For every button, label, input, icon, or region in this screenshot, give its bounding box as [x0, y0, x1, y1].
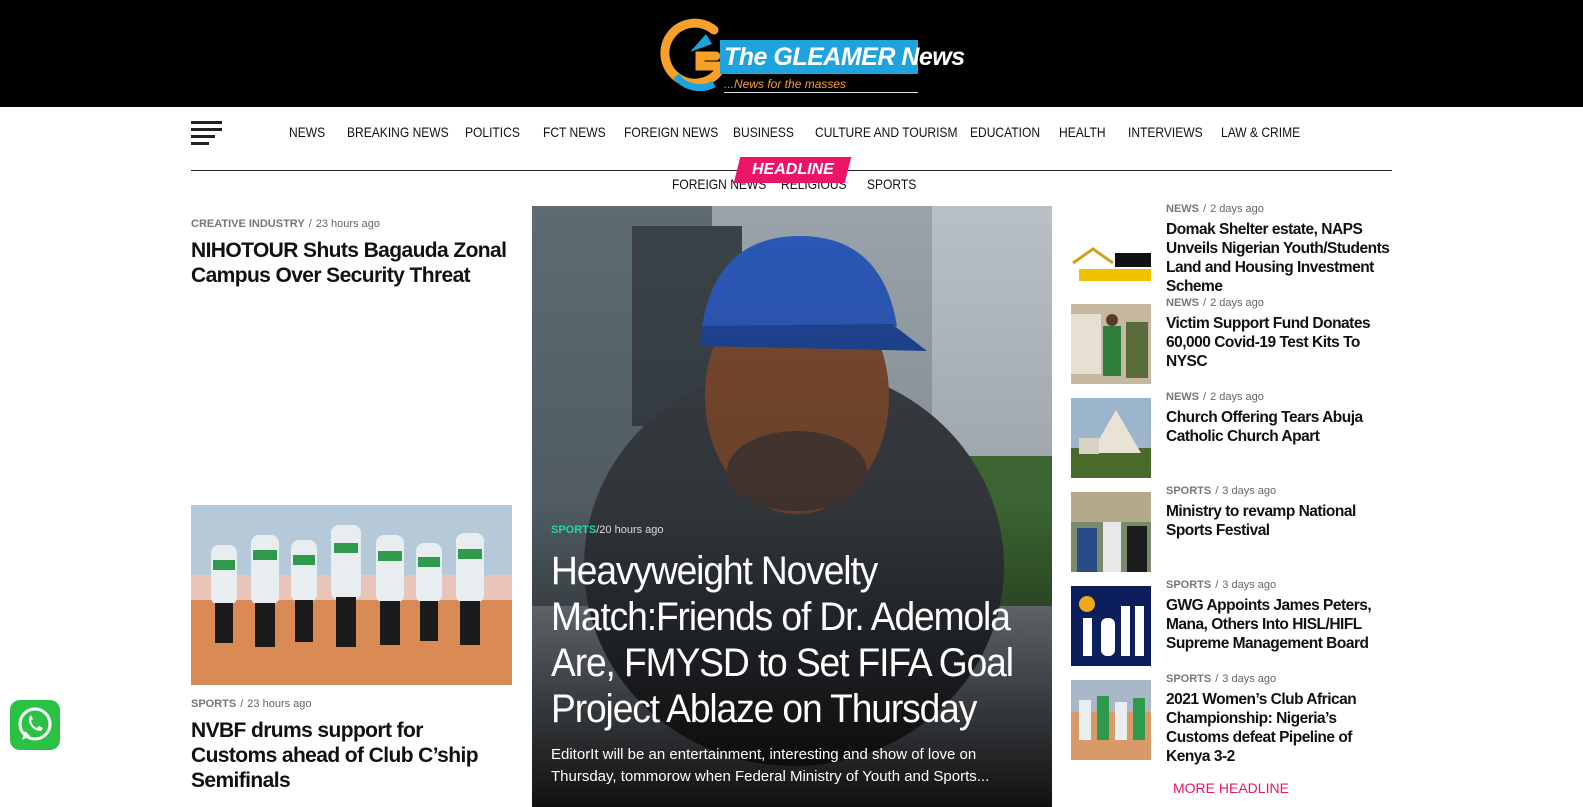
- volleyball-team-image[interactable]: [191, 505, 512, 685]
- story-time: 2 days ago: [1210, 203, 1264, 215]
- left-story-2[interactable]: SPORTS/23 hours ago NVBF drums support f…: [191, 698, 511, 793]
- hero-title[interactable]: Heavyweight Novelty Match:Friends of Dr.…: [551, 548, 1035, 732]
- story-time: 3 days ago: [1222, 579, 1277, 591]
- domak-shelter-logo: [1071, 243, 1151, 283]
- volleyball-match-photo: [1071, 680, 1151, 760]
- story-title[interactable]: GWG Appoints James Peters, Mana, Others …: [1166, 596, 1394, 653]
- story-text: SPORTS/3 days ago 2021 Women’s Club Afri…: [1166, 673, 1394, 766]
- story-thumbnail[interactable]: [1071, 304, 1151, 384]
- list-item[interactable]: NEWS/2 days ago Church Offering Tears Ab…: [1071, 391, 1394, 478]
- story-title[interactable]: Ministry to revamp National Sports Festi…: [1166, 502, 1394, 540]
- list-item[interactable]: SPORTS/3 days ago Ministry to revamp Nat…: [1071, 485, 1394, 572]
- story-text: NEWS/2 days ago Church Offering Tears Ab…: [1166, 391, 1394, 446]
- story-thumbnail[interactable]: [1071, 398, 1151, 478]
- story-thumbnail[interactable]: [1071, 492, 1151, 572]
- hero-excerpt: EditorIt will be an entertainment, inter…: [551, 746, 990, 785]
- nav-item-fct-news[interactable]: FCT NEWS: [543, 122, 613, 142]
- nav-item-health[interactable]: HEALTH: [1059, 122, 1118, 142]
- hero-story[interactable]: SPORTS/20 hours ago Heavyweight Novelty …: [532, 206, 1052, 807]
- story-meta: SPORTS/3 days ago: [1166, 579, 1277, 591]
- list-item[interactable]: NEWS/2 days ago Victim Support Fund Dona…: [1071, 297, 1394, 384]
- church-photo: [1071, 398, 1151, 478]
- nav-item-interviews[interactable]: INTERVIEWS: [1128, 122, 1208, 142]
- story-time: 3 days ago: [1222, 673, 1277, 685]
- story-time: 2 days ago: [1210, 297, 1264, 309]
- nav-item-business[interactable]: BUSINESS: [733, 122, 804, 142]
- whatsapp-icon[interactable]: [10, 700, 60, 750]
- story-thumbnail[interactable]: [1071, 680, 1151, 760]
- list-item[interactable]: SPORTS/3 days ago 2021 Women’s Club Afri…: [1071, 673, 1393, 765]
- hero-time: 20 hours ago: [599, 524, 664, 536]
- story-title[interactable]: NIHOTOUR Shuts Bagauda Zonal Campus Over…: [191, 238, 511, 288]
- hamburger-menu-icon[interactable]: [191, 121, 222, 145]
- story-title[interactable]: Victim Support Fund Donates 60,000 Covid…: [1166, 314, 1394, 371]
- story-meta: CREATIVE INDUSTRY/23 hours ago: [191, 218, 380, 230]
- primary-nav: NEWS BREAKING NEWS POLITICS FCT NEWS FOR…: [289, 122, 1301, 142]
- headline-badge-label: HEADLINE: [751, 161, 834, 178]
- volleyball-photo: [191, 505, 512, 685]
- nav-item-politics[interactable]: POLITICS: [465, 122, 532, 142]
- logo-tagline: ...News for the masses: [724, 77, 918, 93]
- story-category[interactable]: SPORTS: [1166, 485, 1211, 497]
- hifl-logo: [1071, 586, 1151, 666]
- story-meta: NEWS/2 days ago: [1166, 297, 1264, 309]
- sports-festival-photo: [1071, 492, 1151, 572]
- list-item[interactable]: NEWS/2 days ago Domak Shelter estate, NA…: [1071, 203, 1393, 295]
- story-meta: SPORTS/3 days ago: [1166, 485, 1277, 497]
- story-time: 23 hours ago: [315, 218, 380, 230]
- site-header: The GLEAMER News ...News for the masses: [0, 0, 1583, 107]
- story-time: 2 days ago: [1210, 391, 1264, 403]
- story-text: SPORTS/3 days ago Ministry to revamp Nat…: [1166, 485, 1394, 540]
- story-meta: SPORTS/3 days ago: [1166, 673, 1277, 685]
- story-text: SPORTS/3 days ago GWG Appoints James Pet…: [1166, 579, 1394, 653]
- nav-item-law-and-crime[interactable]: LAW & CRIME: [1221, 122, 1300, 142]
- story-category[interactable]: SPORTS: [191, 698, 236, 710]
- story-category[interactable]: NEWS: [1166, 203, 1199, 215]
- story-category[interactable]: SPORTS: [1166, 673, 1211, 685]
- story-meta: NEWS/2 days ago: [1166, 203, 1264, 215]
- test-kits-photo: [1071, 304, 1151, 384]
- story-meta: SPORTS/23 hours ago: [191, 698, 312, 710]
- story-meta: NEWS/2 days ago: [1166, 391, 1264, 403]
- story-text: NEWS/2 days ago Victim Support Fund Dona…: [1166, 297, 1394, 371]
- story-category[interactable]: NEWS: [1166, 297, 1199, 309]
- nav-item-breaking-news[interactable]: BREAKING NEWS: [347, 122, 449, 142]
- nav-item-education[interactable]: EDUCATION: [970, 122, 1047, 142]
- story-category[interactable]: CREATIVE INDUSTRY: [191, 218, 305, 230]
- story-title[interactable]: Domak Shelter estate, NAPS Unveils Niger…: [1166, 220, 1394, 296]
- more-headline-link[interactable]: MORE HEADLINE: [1173, 780, 1289, 796]
- story-time: 3 days ago: [1222, 485, 1277, 497]
- nav-item-foreign-news[interactable]: FOREIGN NEWS: [624, 122, 718, 142]
- hero-meta: SPORTS/20 hours ago: [551, 524, 664, 536]
- story-text: NEWS/2 days ago Domak Shelter estate, NA…: [1166, 203, 1394, 296]
- story-title[interactable]: 2021 Women’s Club African Championship: …: [1166, 690, 1394, 766]
- story-title[interactable]: NVBF drums support for Customs ahead of …: [191, 718, 511, 793]
- list-item[interactable]: SPORTS/3 days ago GWG Appoints James Pet…: [1071, 579, 1394, 666]
- nav-item-culture-and-tourism[interactable]: CULTURE AND TOURISM: [815, 122, 958, 142]
- logo-title: The GLEAMER News: [720, 40, 965, 74]
- story-category[interactable]: NEWS: [1166, 391, 1199, 403]
- nav-item-news[interactable]: NEWS: [289, 122, 339, 142]
- story-time: 23 hours ago: [247, 698, 312, 710]
- story-thumbnail[interactable]: [1071, 243, 1151, 283]
- story-thumbnail[interactable]: [1071, 586, 1151, 666]
- whatsapp-glyph: [18, 707, 52, 741]
- left-story-1[interactable]: CREATIVE INDUSTRY/23 hours ago NIHOTOUR …: [191, 218, 511, 288]
- nav-item-sports[interactable]: SPORTS: [867, 174, 919, 194]
- site-logo[interactable]: The GLEAMER News ...News for the masses: [656, 14, 965, 94]
- story-category[interactable]: SPORTS: [1166, 579, 1211, 591]
- hero-category[interactable]: SPORTS: [551, 524, 596, 536]
- headline-section-badge: HEADLINE: [733, 157, 852, 183]
- story-title[interactable]: Church Offering Tears Abuja Catholic Chu…: [1166, 408, 1394, 446]
- hero-content: SPORTS/20 hours ago Heavyweight Novelty …: [551, 524, 1031, 788]
